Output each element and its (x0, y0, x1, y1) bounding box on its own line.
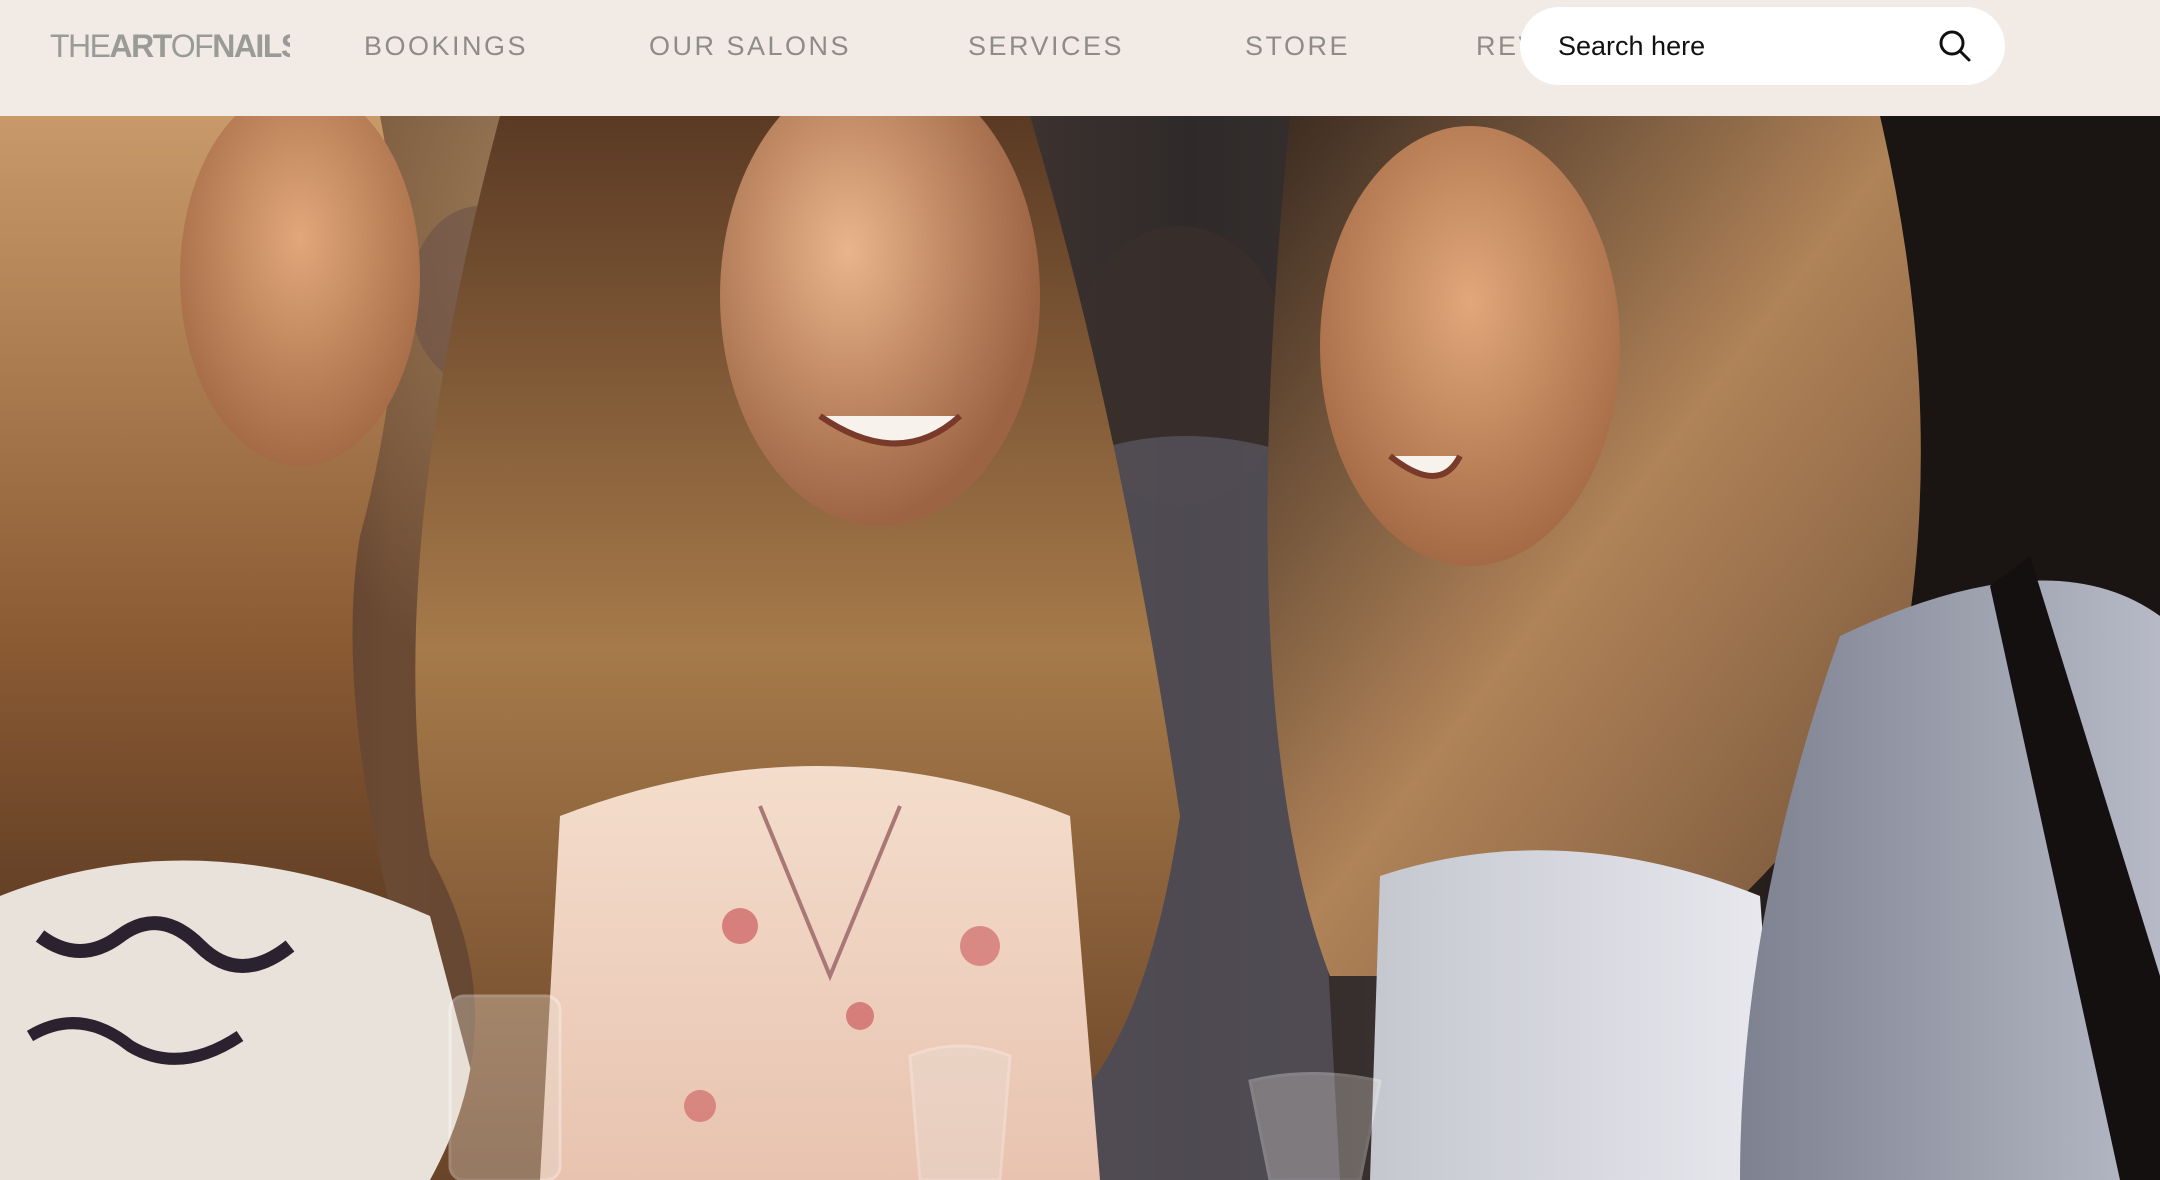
search-icon[interactable] (1935, 26, 1975, 66)
search-input[interactable] (1558, 7, 1918, 85)
nav-item-store[interactable]: STORE (1245, 28, 1350, 64)
nav-item-bookings[interactable]: BOOKINGS (364, 28, 528, 64)
page: THEARTOFNAILS BOOKINGS OUR SALONS SERVIC… (0, 0, 2160, 1180)
hero-image (0, 116, 2160, 1180)
logo-part-nails: NAILS (212, 28, 290, 64)
logo-part-of: OF (170, 28, 214, 64)
site-header: THEARTOFNAILS BOOKINGS OUR SALONS SERVIC… (0, 0, 2160, 116)
search-box (1520, 7, 2005, 85)
logo-part-art: ART (109, 28, 173, 64)
nav-item-our-salons[interactable]: OUR SALONS (649, 28, 851, 64)
logo-part-the: THE (50, 28, 111, 64)
brand-logo[interactable]: THEARTOFNAILS (50, 26, 290, 66)
hero-photo-illustration (0, 116, 2160, 1180)
nav-item-services[interactable]: SERVICES (968, 28, 1124, 64)
